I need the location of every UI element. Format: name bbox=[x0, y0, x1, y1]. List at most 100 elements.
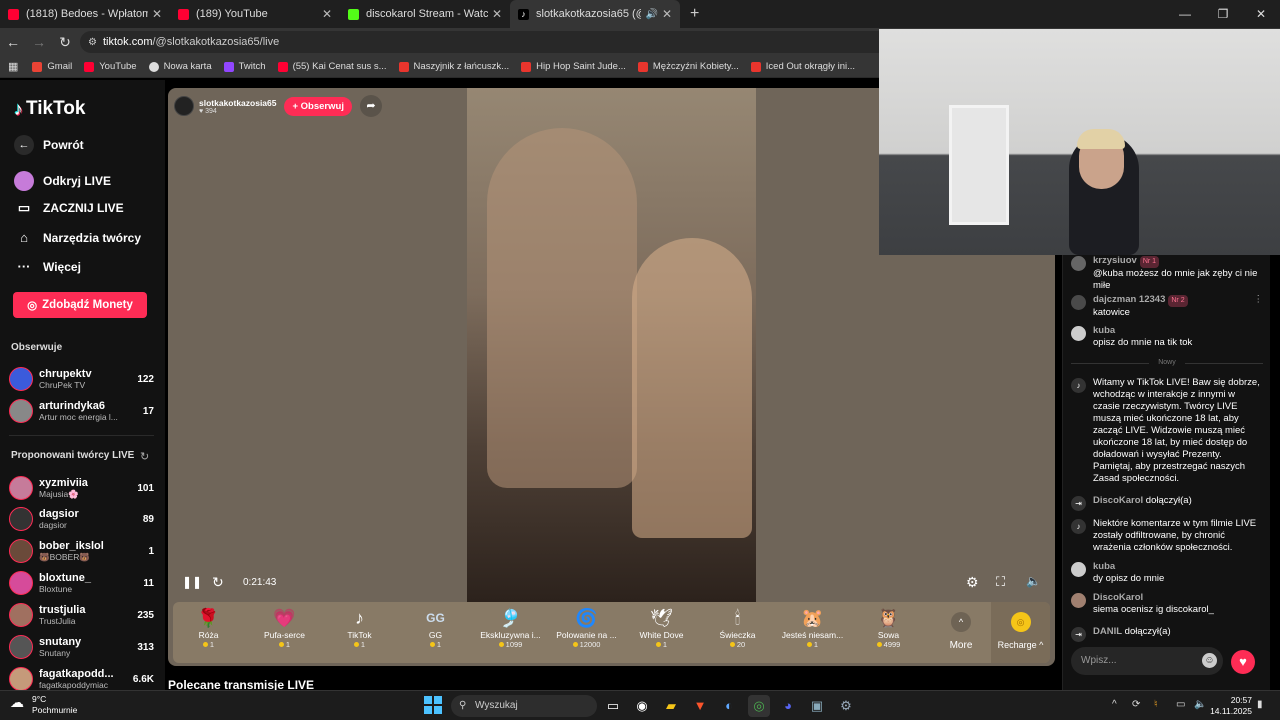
get-coins-button[interactable]: ◎ Zdobądź Monety bbox=[13, 292, 147, 318]
recharge-button[interactable]: ◎ Recharge ^ bbox=[991, 602, 1050, 663]
gift-item[interactable]: ♪ TikTok 1 bbox=[322, 606, 397, 649]
minimize-button[interactable]: — bbox=[1166, 0, 1204, 28]
more-gifts-button[interactable]: ^ More bbox=[943, 606, 979, 651]
back-arrow-icon[interactable]: ← bbox=[0, 34, 26, 50]
chat-user[interactable]: DANIL bbox=[1093, 626, 1122, 637]
chat-user[interactable]: krzysiuov bbox=[1093, 255, 1137, 266]
gamebar-icon[interactable]: ◉ bbox=[631, 695, 653, 717]
close-tab-icon[interactable]: ✕ bbox=[662, 7, 672, 21]
gift-item[interactable]: GG GG 1 bbox=[398, 606, 473, 649]
sync-icon[interactable]: ⟳ bbox=[1132, 699, 1140, 710]
bookmark[interactable]: Mężczyźni Kobiety... bbox=[637, 61, 739, 72]
browser-tab-active[interactable]: ♪ slotkakotkazosia65 (@sloti 🔊 ✕ bbox=[510, 0, 680, 28]
gift-item[interactable]: 🕊 White Dove 1 bbox=[624, 606, 699, 649]
system-clock[interactable]: 20:57 14.11.2025 bbox=[1210, 695, 1252, 717]
gift-item[interactable]: 🌀 Polowanie na ... 12000 bbox=[549, 606, 624, 649]
streamer-avatar[interactable] bbox=[174, 96, 194, 116]
reload-icon[interactable]: ↻ bbox=[52, 34, 78, 51]
file-explorer-icon[interactable]: ▰ bbox=[660, 695, 682, 717]
share-icon[interactable]: ➦ bbox=[359, 95, 382, 117]
network-icon[interactable]: ▭ bbox=[1176, 699, 1185, 710]
chat-user[interactable]: DiscoKarol bbox=[1093, 495, 1143, 506]
close-window-button[interactable]: ✕ bbox=[1242, 0, 1280, 28]
settings-icon[interactable]: ⚙ bbox=[835, 695, 857, 717]
discord-icon[interactable]: ◕ bbox=[777, 695, 799, 717]
more-options-icon[interactable]: ⋮ bbox=[1254, 294, 1264, 306]
volume-icon[interactable]: 🔈 bbox=[1026, 574, 1041, 588]
browser-tab[interactable]: (189) YouTube ✕ bbox=[170, 0, 340, 28]
browser-tab[interactable]: discokarol Stream - Watch Live ✕ bbox=[340, 0, 510, 28]
bookmark[interactable]: YouTube bbox=[84, 61, 137, 72]
gift-item[interactable]: 💗 Pufa-serce 1 bbox=[247, 606, 322, 649]
browser-tab[interactable]: (1818) Bedoes - Wpłatomat (Te ✕ bbox=[0, 0, 170, 28]
bookmark[interactable]: Hip Hop Saint Jude... bbox=[521, 61, 626, 72]
chat-user[interactable]: DiscoKarol bbox=[1093, 592, 1143, 603]
following-user[interactable]: arturindyka6 Artur moc energia l... 17 bbox=[9, 397, 154, 425]
chrome-icon[interactable]: ◎ bbox=[748, 695, 770, 717]
suggested-user[interactable]: bloxtune_ Bloxtune 11 bbox=[9, 569, 154, 597]
more-label: More bbox=[949, 640, 973, 651]
bookmark[interactable]: Nowa karta bbox=[148, 61, 212, 72]
gift-item[interactable]: 🕯 Świeczka 20 bbox=[700, 606, 775, 649]
tiktok-logo[interactable]: ♪ TikTok bbox=[14, 98, 85, 120]
weather-widget[interactable]: ☁ 9°C Pochmurnie bbox=[10, 694, 77, 716]
site-info-icon[interactable]: ⚙ bbox=[88, 37, 97, 48]
gift-item[interactable]: 🌹 Róża 1 bbox=[171, 606, 246, 649]
menu-item-more[interactable]: ··· Więcej bbox=[14, 259, 81, 274]
volume-icon[interactable]: 🔈 bbox=[1194, 699, 1206, 710]
bookmark[interactable]: Iced Out okrągły ini... bbox=[750, 61, 855, 72]
pause-icon[interactable]: ❚❚ bbox=[182, 575, 202, 589]
chat-input[interactable]: Wpisz... ☺ bbox=[1071, 647, 1223, 675]
refresh-icon[interactable]: ↻ bbox=[212, 574, 224, 591]
chat-user[interactable]: dajczman 12343 bbox=[1093, 294, 1165, 305]
forward-arrow-icon[interactable]: → bbox=[26, 34, 52, 50]
refresh-icon[interactable]: ↻ bbox=[140, 450, 149, 463]
gift-item[interactable]: 🎐 Ekskluzywna i... 1099 bbox=[473, 606, 548, 649]
fullscreen-icon[interactable]: ⛶ bbox=[996, 574, 1005, 590]
task-view-icon[interactable]: ▭ bbox=[602, 695, 624, 717]
taskbar-search[interactable]: ⚲ Wyszukaj bbox=[451, 695, 597, 717]
menu-item-discover-live[interactable]: Odkryj LIVE bbox=[14, 171, 111, 191]
menu-item-start-live[interactable]: ▭ ZACZNIJ LIVE bbox=[14, 200, 124, 216]
user-subtitle: 🐻BOBER🐻 bbox=[39, 551, 90, 562]
restore-button[interactable]: ❐ bbox=[1204, 0, 1242, 28]
bookmark[interactable]: Gmail bbox=[32, 61, 72, 72]
notification-icon[interactable]: ▮ bbox=[1257, 699, 1263, 710]
streamer-name[interactable]: slotkakotkazosia65 bbox=[199, 98, 276, 108]
emoji-icon[interactable]: ☺ bbox=[1202, 653, 1217, 668]
bookmark[interactable]: (55) Kai Cenat sus s... bbox=[277, 61, 387, 72]
following-user[interactable]: chrupektv ChruPek TV 122 bbox=[9, 365, 154, 393]
brave-icon[interactable]: ▼ bbox=[689, 695, 711, 717]
suggested-user[interactable]: fagatkapodd... fagatkapoddymiac 6.6K bbox=[9, 665, 154, 693]
bookmark[interactable]: Naszyjnik z łańcuszk... bbox=[398, 61, 509, 72]
suggested-user[interactable]: bober_ikslol 🐻BOBER🐻 1 bbox=[9, 537, 154, 565]
chat-text: siema ocenisz ig discokarol_ bbox=[1093, 604, 1214, 615]
gift-item[interactable]: 🐹 Jesteś niesam... 1 bbox=[775, 606, 850, 649]
app-icon[interactable]: ▣ bbox=[806, 695, 828, 717]
settings-icon[interactable]: ⚙ bbox=[966, 574, 979, 591]
bookmark[interactable]: Twitch bbox=[223, 61, 266, 72]
chevron-up-icon[interactable]: ^ bbox=[1112, 699, 1117, 710]
speaker-icon[interactable]: 🔊 bbox=[645, 9, 657, 20]
gift-item[interactable]: 🦉 Sowa 4999 bbox=[851, 606, 926, 649]
bookmark-label: YouTube bbox=[99, 61, 137, 72]
windows-start-icon[interactable] bbox=[424, 696, 442, 714]
close-tab-icon[interactable]: ✕ bbox=[322, 7, 332, 21]
microphone-icon[interactable]: ♮ bbox=[1154, 699, 1158, 710]
menu-item-creator-tools[interactable]: ⌂ Narzędzia twórcy bbox=[14, 230, 141, 245]
close-tab-icon[interactable]: ✕ bbox=[492, 7, 502, 21]
live-video[interactable] bbox=[467, 88, 756, 602]
apps-grid-icon[interactable]: ▦ bbox=[8, 60, 18, 73]
chat-user[interactable]: kuba bbox=[1093, 325, 1115, 336]
suggested-user[interactable]: dagsior dagsior 89 bbox=[9, 505, 154, 533]
suggested-user[interactable]: snutany Snutany 313 bbox=[9, 633, 154, 661]
follow-button[interactable]: + Obserwuj bbox=[284, 96, 352, 116]
chat-user[interactable]: kuba bbox=[1093, 561, 1115, 572]
suggested-user[interactable]: trustjulia TrustJulia 235 bbox=[9, 601, 154, 629]
suggested-user[interactable]: xyzmiviia Majusia🌸 101 bbox=[9, 474, 154, 502]
close-tab-icon[interactable]: ✕ bbox=[152, 7, 162, 21]
app-icon[interactable]: ◐ bbox=[718, 695, 740, 717]
new-tab-button[interactable]: + bbox=[690, 5, 699, 23]
back-button[interactable]: ← Powrót bbox=[14, 135, 84, 155]
like-heart-icon[interactable]: ♥ bbox=[1231, 650, 1255, 674]
